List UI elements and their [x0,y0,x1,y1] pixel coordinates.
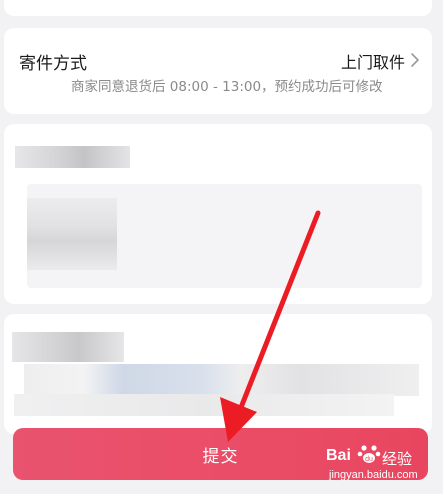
svg-text:du: du [365,456,373,463]
blurred-image-thumb [27,198,117,270]
paw-icon: du [357,445,381,463]
shipping-method-label: 寄件方式 [19,54,87,74]
blurred-text-block-4 [14,394,394,416]
top-card [4,0,432,16]
watermark-text: 经验 [382,450,413,468]
shipping-method-value[interactable]: 上门取件 [341,49,405,73]
blurred-text-block-2 [12,332,124,362]
shipping-time-note: 商家同意退货后 08:00 - 13:00，预约成功后可修改 [71,79,383,95]
blurred-text-block [15,146,130,168]
watermark-logo: Bai [326,447,351,464]
chevron-right-icon[interactable] [410,52,420,68]
blurred-text-block-3 [24,364,419,396]
watermark-url: jingyan.baidu.com [329,469,418,481]
